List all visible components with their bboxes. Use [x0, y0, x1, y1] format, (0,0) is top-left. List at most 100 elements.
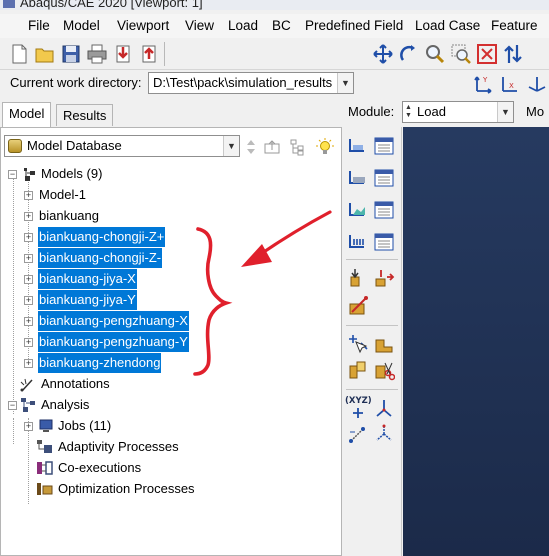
menu-load[interactable]: Load — [228, 18, 258, 33]
expand-icon[interactable]: + — [24, 296, 33, 305]
tree-filter-icon[interactable] — [289, 138, 307, 156]
tree-analysis-node[interactable]: − Analysis — [1, 395, 221, 415]
tree-model-item[interactable]: + biankuang-jiya-X — [1, 269, 221, 289]
expand-icon[interactable]: + — [24, 359, 33, 368]
tab-model[interactable]: Model — [2, 102, 52, 127]
menu-model[interactable]: Model — [63, 18, 100, 33]
tree-model-item[interactable]: + biankuang-zhendong — [1, 353, 221, 373]
jobs-icon — [39, 419, 53, 432]
open-icon[interactable] — [34, 43, 56, 65]
expand-icon[interactable]: + — [24, 275, 33, 284]
spin-arrows-icon[interactable]: ▲ ▼ — [405, 104, 413, 120]
menu-predefined-field[interactable]: Predefined Field — [305, 18, 403, 33]
tree-jobs-node[interactable]: + Jobs (11) — [1, 416, 221, 436]
toolbox-separator — [346, 389, 398, 390]
svg-text:X: X — [509, 82, 514, 90]
tree-up-icon[interactable] — [263, 138, 281, 156]
tree-model-item[interactable]: + Model-1 — [1, 185, 221, 205]
model-name-selected: biankuang-chongji-Z- — [38, 248, 163, 268]
cwd-dropdown[interactable]: D:\Test\pack\simulation_results ▼ — [148, 72, 354, 94]
tree-model-item[interactable]: + biankuang-chongji-Z+ — [1, 227, 221, 247]
set-cut-icon[interactable] — [373, 359, 395, 381]
bc-manager-icon[interactable] — [373, 167, 395, 189]
spin-arrows-icon[interactable] — [242, 138, 260, 156]
tree-model-item[interactable]: + biankuang-pengzhuang-Y — [1, 332, 221, 352]
csys-3d-icon[interactable] — [526, 72, 548, 94]
expand-icon[interactable]: + — [24, 191, 33, 200]
tree-model-item[interactable]: + biankuang-chongji-Z- — [1, 248, 221, 268]
datum-csys-icon[interactable] — [373, 397, 395, 419]
chevron-down-icon[interactable]: ▼ — [497, 102, 513, 122]
toolbox-separator — [346, 325, 398, 326]
workspace: Module: ▲ ▼ Load ▼ Mo (XYZ) — [342, 97, 549, 556]
partition-icon[interactable] — [347, 295, 369, 317]
expand-icon[interactable]: + — [24, 317, 33, 326]
create-bc-icon[interactable] — [347, 167, 369, 189]
tree-model-item[interactable]: + biankuang-pengzhuang-X — [1, 311, 221, 331]
tree-model-item[interactable]: + biankuang-jiya-Y — [1, 290, 221, 310]
tab-bar: Model Results — [0, 97, 340, 127]
chevron-down-icon[interactable]: ▼ — [337, 73, 353, 93]
expand-icon[interactable]: + — [24, 254, 33, 263]
rotate-icon[interactable] — [398, 43, 420, 65]
menu-bc[interactable]: BC — [272, 18, 291, 33]
save-icon[interactable] — [60, 43, 82, 65]
query-icon[interactable] — [347, 333, 369, 355]
menu-view[interactable]: View — [185, 18, 214, 33]
export-icon[interactable] — [138, 43, 160, 65]
surface-icon[interactable] — [373, 333, 395, 355]
lightbulb-icon[interactable] — [316, 138, 334, 156]
zoom-icon[interactable] — [424, 43, 446, 65]
expand-icon[interactable]: + — [24, 212, 33, 221]
collapse-icon[interactable]: − — [8, 170, 17, 179]
create-load-case-icon[interactable] — [347, 231, 369, 253]
model-tree-panel: Model Database ▼ − Models (9) + Model-1 — [0, 127, 342, 556]
model-name-selected: biankuang-jiya-Y — [38, 290, 137, 310]
tree-optimization-node[interactable]: Optimization Processes — [1, 479, 221, 499]
create-predefined-field-icon[interactable] — [347, 199, 369, 221]
menu-load-case[interactable]: Load Case — [415, 18, 480, 33]
tree-coexec-node[interactable]: Co-executions — [1, 458, 221, 478]
csys-view-icon[interactable]: X — [500, 72, 522, 94]
create-amplitude-icon[interactable] — [347, 267, 369, 289]
fit-icon[interactable] — [476, 43, 498, 65]
tree-adaptivity-node[interactable]: Adaptivity Processes — [1, 437, 221, 457]
field-manager-icon[interactable] — [373, 199, 395, 221]
datum-plane-icon[interactable] — [373, 423, 395, 445]
print-icon[interactable] — [86, 43, 108, 65]
expand-icon[interactable]: + — [24, 233, 33, 242]
zoom-box-icon[interactable] — [450, 43, 472, 65]
chevron-down-icon[interactable]: ▼ — [223, 136, 239, 156]
model-name: biankuang — [39, 208, 99, 223]
set-icon[interactable] — [347, 359, 369, 381]
tab-results[interactable]: Results — [56, 104, 114, 126]
viewport-canvas[interactable] — [403, 127, 549, 556]
tree-annotations-node[interactable]: Annotations — [1, 374, 221, 394]
expand-icon[interactable]: + — [24, 422, 33, 431]
collapse-icon[interactable]: − — [8, 401, 17, 410]
csys-xyz-tool[interactable]: (XYZ) — [345, 396, 373, 419]
annotation-icon — [20, 378, 33, 392]
module-label: Module: — [348, 104, 395, 119]
datum-axis-icon[interactable] — [347, 423, 369, 445]
create-load-icon[interactable] — [347, 135, 369, 157]
menu-feature[interactable]: Feature — [491, 18, 538, 33]
menu-file[interactable]: File — [28, 18, 50, 33]
create-datum-icon[interactable] — [373, 267, 395, 289]
swap-icon[interactable] — [502, 43, 524, 65]
module-dropdown[interactable]: ▲ ▼ Load ▼ — [402, 101, 514, 123]
menu-viewport[interactable]: Viewport — [117, 18, 169, 33]
pan-icon[interactable] — [372, 43, 394, 65]
model-name-selected: biankuang-pengzhuang-Y — [38, 332, 189, 352]
tab-model-label: Model — [9, 106, 45, 121]
import-icon[interactable] — [112, 43, 134, 65]
tree-model-item[interactable]: + biankuang — [1, 206, 221, 226]
csys-icon[interactable]: Y — [474, 72, 496, 94]
new-icon[interactable] — [8, 43, 30, 65]
expand-icon[interactable]: + — [24, 338, 33, 347]
model-database-dropdown[interactable]: Model Database ▼ — [4, 135, 240, 157]
cwd-value: D:\Test\pack\simulation_results — [153, 75, 333, 90]
load-case-manager-icon[interactable] — [373, 231, 395, 253]
load-manager-icon[interactable] — [373, 135, 395, 157]
tab-results-label: Results — [63, 108, 107, 123]
